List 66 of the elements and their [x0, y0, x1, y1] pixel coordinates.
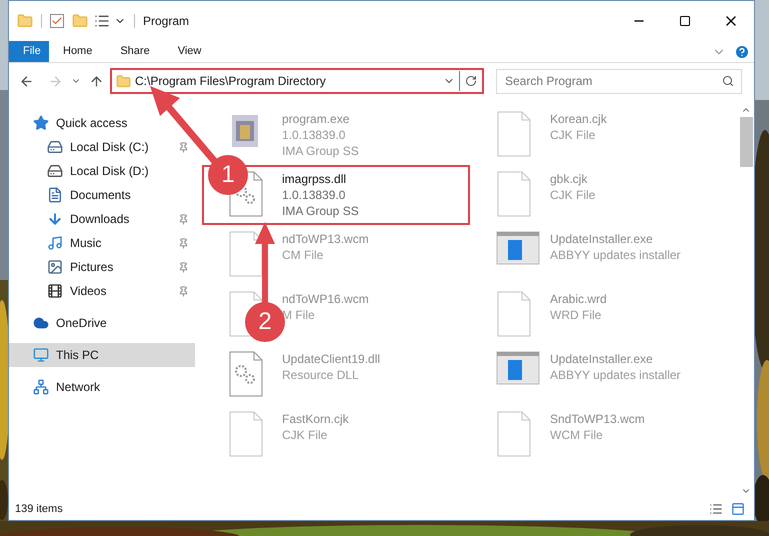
- file-detail: WRD File: [550, 307, 602, 323]
- file-detail: 1.0.13839.0: [282, 127, 346, 143]
- address-bar[interactable]: C:\Program Files\Program Directory: [110, 68, 484, 94]
- maximize-icon: [679, 15, 691, 27]
- file-detail: 1.0.13839.0: [282, 187, 346, 203]
- details-view-icon[interactable]: [708, 502, 724, 516]
- scroll-thumb[interactable]: [740, 117, 752, 167]
- sidebar-item[interactable]: Network: [9, 375, 195, 399]
- document-icon: [496, 411, 532, 457]
- document-icon: [47, 187, 63, 203]
- document-icon: [228, 231, 264, 277]
- music-note-icon: [47, 235, 63, 251]
- sidebar-item[interactable]: Documents: [9, 183, 195, 207]
- gear-document-icon: [228, 351, 264, 397]
- installer-icon: [496, 351, 540, 385]
- star-icon: [33, 115, 49, 131]
- file-detail: IMA Group SS: [282, 143, 359, 159]
- network-icon: [33, 379, 49, 395]
- window-title: Program: [143, 13, 190, 30]
- file-detail: IMA Group SS: [282, 203, 359, 219]
- sidebar-item[interactable]: Local Disk (D:): [9, 159, 195, 183]
- item-count: 139 items: [15, 502, 63, 517]
- document-icon: [228, 411, 264, 457]
- ribbon-tab[interactable]: View: [164, 41, 216, 62]
- drive-icon: [47, 139, 63, 155]
- file-detail: Resource DLL: [282, 367, 360, 383]
- document-icon: [496, 171, 532, 217]
- properties-icon[interactable]: [50, 14, 64, 28]
- installer-icon: [496, 231, 540, 265]
- file-detail: CJK File: [550, 127, 596, 143]
- ribbon-tab[interactable]: File: [9, 41, 49, 62]
- sidebar-item[interactable]: Downloads: [9, 207, 195, 231]
- large-icons-view-icon[interactable]: [730, 502, 746, 516]
- file-detail: ABBYY updates installer: [550, 247, 681, 263]
- ribbon-tab[interactable]: Home: [49, 41, 106, 62]
- cloud-icon: [33, 315, 49, 331]
- sidebar-item[interactable]: This PC: [9, 343, 195, 367]
- sidebar-item[interactable]: OneDrive: [9, 311, 195, 335]
- file-detail: WCM File: [550, 427, 604, 443]
- document-icon: [496, 291, 532, 337]
- file-detail: ABBYY updates installer: [550, 367, 681, 383]
- drive-icon: [47, 163, 63, 179]
- search-field[interactable]: Search Program: [496, 68, 742, 94]
- address-path: C:\Program Files\Program Directory: [135, 73, 327, 90]
- back-icon[interactable]: [19, 74, 34, 88]
- picture-icon: [47, 259, 63, 275]
- sidebar-item[interactable]: Quick access: [9, 111, 195, 135]
- up-icon[interactable]: [89, 74, 104, 88]
- document-icon: [496, 111, 532, 157]
- sidebar-item[interactable]: Videos: [9, 279, 195, 303]
- ribbon-tab[interactable]: Share: [106, 41, 164, 62]
- download-icon: [47, 211, 63, 227]
- sidebar-item[interactable]: Pictures: [9, 255, 195, 279]
- file-detail: CM File: [282, 247, 324, 263]
- list-icon[interactable]: [94, 13, 110, 29]
- sidebar-item[interactable]: Music: [9, 231, 195, 255]
- help-icon[interactable]: [734, 44, 750, 60]
- file-detail: CJK File: [282, 427, 328, 443]
- sidebar-item[interactable]: Local Disk (C:): [9, 135, 195, 159]
- folder-icon: [116, 74, 131, 88]
- file-name[interactable]: imagrpss.dll: [282, 171, 359, 187]
- search-icon[interactable]: [722, 74, 734, 86]
- file-detail: CJK File: [550, 187, 596, 203]
- refresh-icon[interactable]: [465, 75, 477, 87]
- monitor-icon: [33, 347, 49, 363]
- film-icon: [47, 283, 63, 299]
